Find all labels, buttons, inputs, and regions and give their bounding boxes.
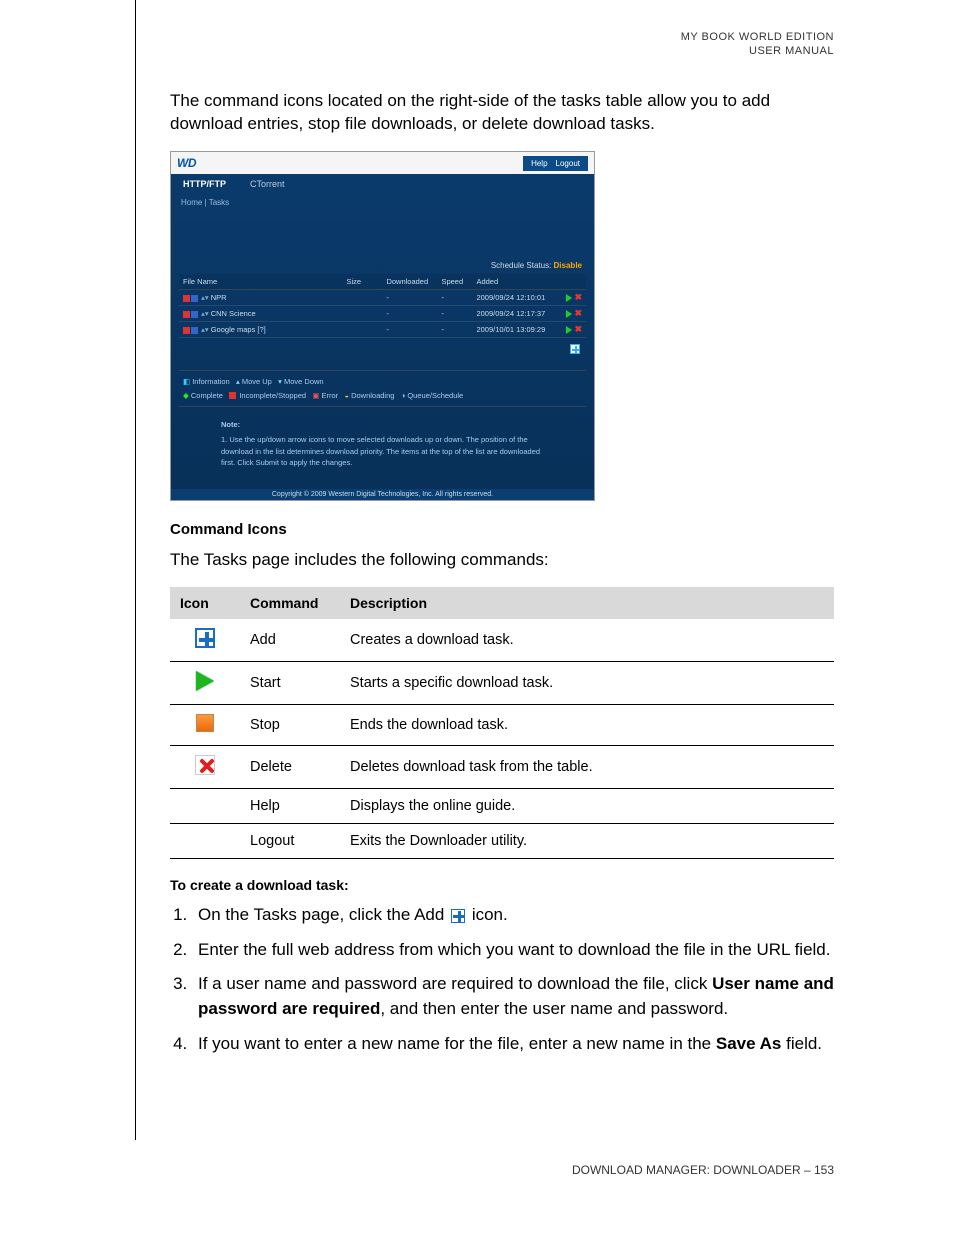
add-icon xyxy=(195,628,215,648)
page-footer: DOWNLOAD MANAGER: DOWNLOADER – 153 xyxy=(572,1163,834,1177)
add-icon xyxy=(570,344,580,354)
step-1: On the Tasks page, click the Add icon. xyxy=(192,903,834,928)
page-header: MY BOOK WORLD EDITION USER MANUAL xyxy=(170,30,834,59)
stop-icon xyxy=(196,714,214,732)
margin-rule xyxy=(135,0,136,1140)
delete-icon xyxy=(195,755,215,775)
col-size: Size xyxy=(342,274,382,290)
start-icon xyxy=(566,310,572,318)
add-icon xyxy=(451,909,465,923)
start-icon xyxy=(566,326,572,334)
step-2: Enter the full web address from which yo… xyxy=(192,938,834,963)
wd-logo: WD xyxy=(177,156,196,170)
col-file: File Name xyxy=(179,274,342,290)
table-row: Delete Deletes download task from the ta… xyxy=(170,745,834,788)
create-task-title: To create a download task: xyxy=(170,877,834,893)
col-added: Added xyxy=(472,274,562,290)
ss-help-link: Help xyxy=(531,159,547,168)
delete-icon: ✖ xyxy=(574,308,582,318)
delete-icon: ✖ xyxy=(574,324,582,334)
table-row: Start Starts a specific download task. xyxy=(170,661,834,704)
page-content: MY BOOK WORLD EDITION USER MANUAL The co… xyxy=(0,0,954,1056)
table-row: Stop Ends the download task. xyxy=(170,704,834,745)
th-command: Command xyxy=(240,587,340,619)
col-downloaded: Downloaded xyxy=(382,274,437,290)
header-line2: USER MANUAL xyxy=(170,44,834,58)
th-icon: Icon xyxy=(170,587,240,619)
th-description: Description xyxy=(340,587,834,619)
table-row: Add Creates a download task. xyxy=(170,619,834,662)
start-icon xyxy=(566,294,572,302)
ss-copyright: Copyright © 2009 Western Digital Technol… xyxy=(171,489,594,500)
ss-breadcrumb: Home | Tasks xyxy=(171,194,594,211)
table-row: Help Displays the online guide. xyxy=(170,788,834,823)
ss-tab-http: HTTP/FTP xyxy=(171,175,238,193)
ss-schedule-status: Schedule Status: Disable xyxy=(171,259,594,272)
step-4: If you want to enter a new name for the … xyxy=(192,1032,834,1057)
create-task-steps: On the Tasks page, click the Add icon. E… xyxy=(170,903,834,1056)
header-line1: MY BOOK WORLD EDITION xyxy=(170,30,834,44)
col-speed: Speed xyxy=(437,274,472,290)
section-command-icons: Command Icons xyxy=(170,521,834,538)
tasks-intro: The Tasks page includes the following co… xyxy=(170,548,834,572)
downloader-screenshot: WD Help Logout HTTP/FTP CTorrent Home | … xyxy=(170,151,595,501)
start-icon xyxy=(196,671,214,691)
ss-tasks-table: File Name Size Downloaded Speed Added ▴▾… xyxy=(179,274,586,338)
delete-icon: ✖ xyxy=(574,292,582,302)
ss-note: Note: 1. Use the up/down arrow icons to … xyxy=(221,419,544,468)
table-row: Logout Exits the Downloader utility. xyxy=(170,823,834,858)
ss-logout-link: Logout xyxy=(556,159,580,168)
table-row: ▴▾ NPR - - 2009/09/24 12:10:01 ✖ xyxy=(179,290,586,306)
table-row: ▴▾ Google maps [?] - - 2009/10/01 13:09:… xyxy=(179,322,586,338)
table-row: ▴▾ CNN Science - - 2009/09/24 12:17:37 ✖ xyxy=(179,306,586,322)
step-3: If a user name and password are required… xyxy=(192,972,834,1021)
ss-tab-ctorrent: CTorrent xyxy=(238,175,297,193)
intro-paragraph: The command icons located on the right-s… xyxy=(170,89,834,137)
command-icons-table: Icon Command Description Add Creates a d… xyxy=(170,587,834,859)
ss-legend: ◧ Information ▴ Move Up ▾ Move Down ◆ Co… xyxy=(179,370,586,407)
